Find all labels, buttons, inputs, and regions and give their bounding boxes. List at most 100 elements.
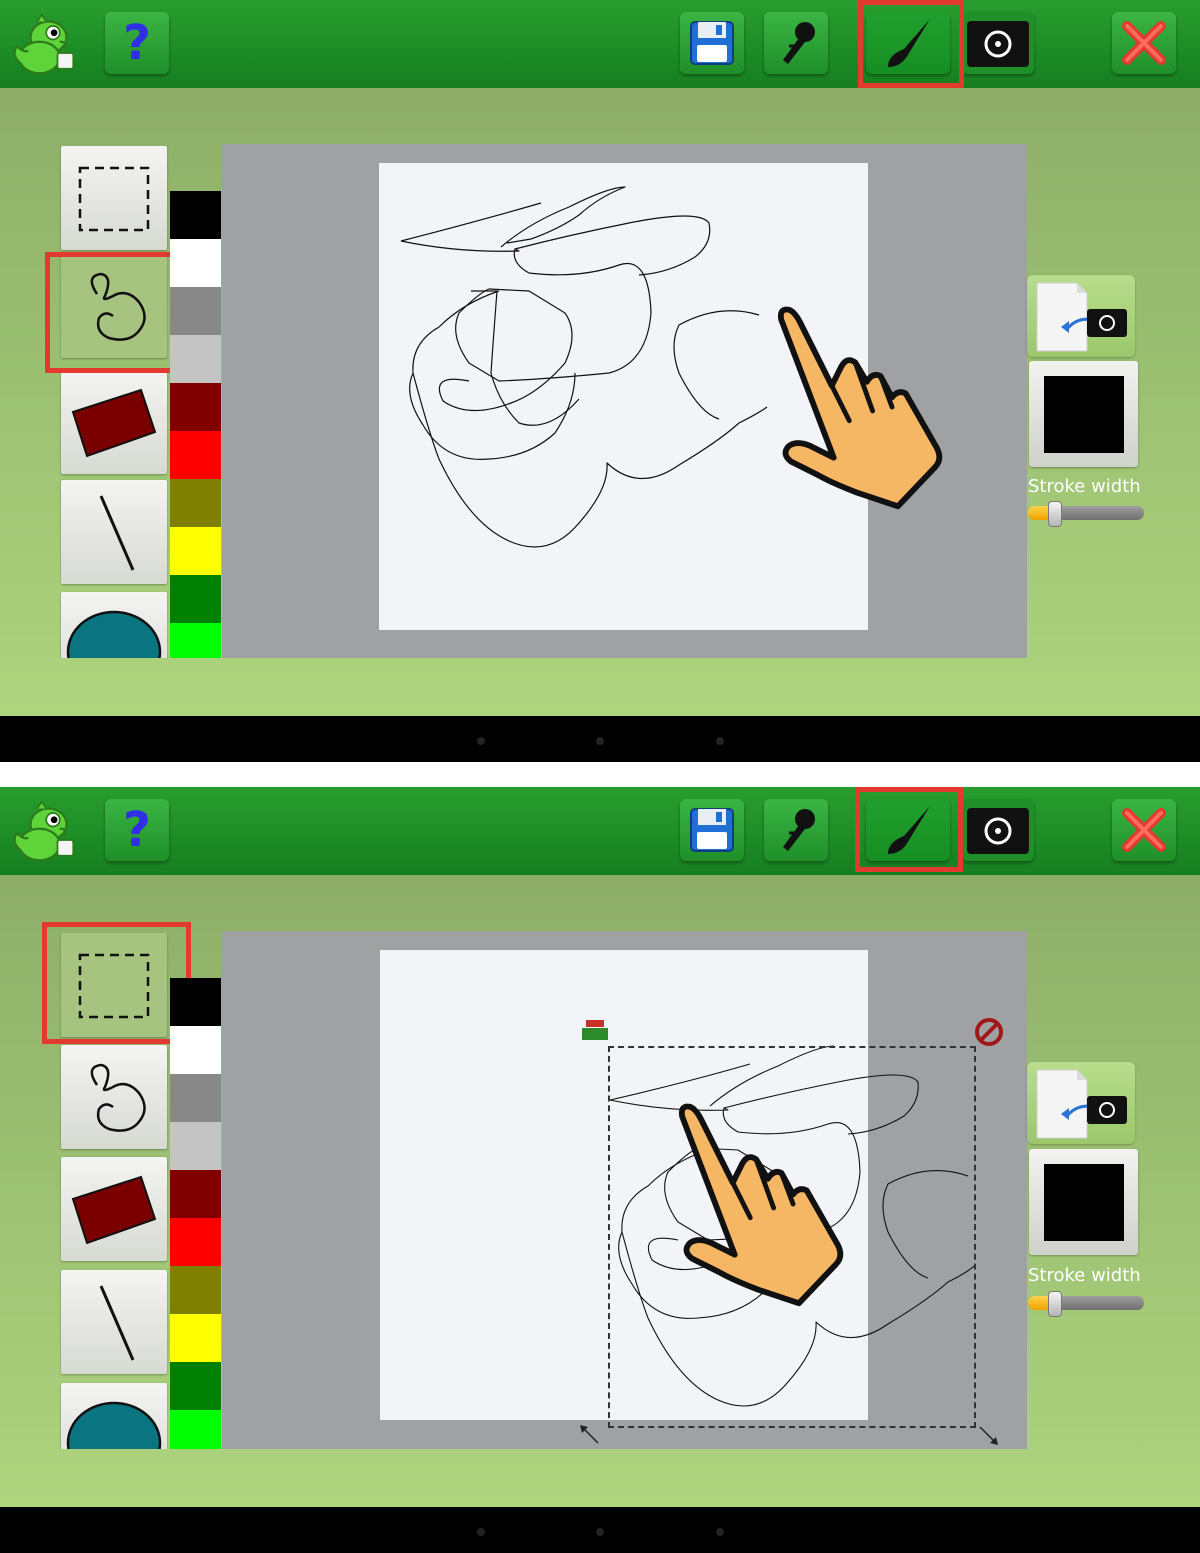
color-swatch-7[interactable] (170, 527, 221, 575)
color-swatch-1[interactable] (170, 239, 221, 287)
camera-button[interactable] (962, 799, 1034, 861)
selection-rotate-handle-icon[interactable] (578, 1423, 602, 1447)
help-label: ? (123, 802, 151, 858)
recents-nav-button[interactable] (716, 737, 724, 745)
color-swatch-4[interactable] (170, 383, 221, 431)
color-swatch-4[interactable] (170, 1170, 221, 1218)
freehand-curve-icon (90, 1063, 146, 1132)
camera-icon (965, 13, 1031, 73)
line-tool-button[interactable] (61, 480, 167, 584)
select-tool-button[interactable] (61, 146, 167, 250)
color-swatch-6[interactable] (170, 1266, 221, 1314)
color-swatch-0[interactable] (170, 978, 221, 1026)
save-icon (685, 16, 739, 70)
freehand-curve-icon (90, 272, 146, 341)
dashed-rectangle-icon (78, 953, 150, 1019)
color-swatch-9[interactable] (170, 623, 221, 658)
color-swatch-0[interactable] (170, 191, 221, 239)
stroke-width-label: Stroke width (1028, 476, 1141, 497)
import-photo-icon (1036, 282, 1127, 352)
filled-rectangle-icon (71, 388, 157, 458)
stroke-width-label: Stroke width (1028, 1265, 1141, 1286)
save-button[interactable] (680, 12, 744, 74)
rectangle-tool-button[interactable] (61, 1157, 167, 1261)
stroke-color-button[interactable] (1029, 1149, 1138, 1255)
draw-mode-button[interactable] (866, 799, 950, 861)
color-swatch-6[interactable] (170, 479, 221, 527)
color-swatch-8[interactable] (170, 575, 221, 623)
system-navigation-bar (0, 1507, 1200, 1553)
color-swatch-3[interactable] (170, 1122, 221, 1170)
close-icon (1115, 14, 1173, 72)
system-navigation-bar (0, 716, 1200, 762)
ellipse-tool-button[interactable] (61, 1383, 167, 1449)
top-toolbar: ? (0, 0, 1200, 88)
back-nav-button[interactable] (477, 737, 485, 745)
home-nav-button[interactable] (596, 737, 604, 745)
select-tool-button[interactable] (61, 933, 167, 1037)
color-palette (170, 191, 221, 658)
save-icon (685, 803, 739, 857)
selection-resize-handle-icon[interactable] (976, 1423, 1000, 1447)
import-photo-button[interactable] (1027, 1062, 1135, 1144)
save-button[interactable] (680, 799, 744, 861)
pointing-hand-icon (742, 302, 976, 516)
filled-rectangle-icon (71, 1175, 157, 1245)
close-button[interactable] (1112, 12, 1176, 74)
stroke-color-swatch (1044, 376, 1124, 453)
color-swatch-1[interactable] (170, 1026, 221, 1074)
selection-delete-icon[interactable] (974, 1017, 1004, 1047)
microphone-icon (769, 16, 823, 70)
filled-ellipse-icon (66, 610, 162, 658)
color-swatch-2[interactable] (170, 1074, 221, 1122)
filled-ellipse-icon (66, 1401, 162, 1449)
freehand-tool-button[interactable] (61, 1045, 167, 1149)
stroke-width-slider[interactable] (1028, 501, 1144, 527)
microphone-icon (769, 803, 823, 857)
slider-thumb[interactable] (1048, 1291, 1062, 1317)
help-button[interactable]: ? (105, 12, 169, 74)
line-icon (99, 1285, 135, 1361)
help-button[interactable]: ? (105, 799, 169, 861)
color-swatch-2[interactable] (170, 287, 221, 335)
home-nav-button[interactable] (596, 1528, 604, 1536)
paintbrush-icon (878, 800, 938, 860)
paintbrush-icon (878, 13, 938, 73)
help-label: ? (123, 15, 151, 71)
close-icon (1115, 801, 1173, 859)
record-audio-button[interactable] (764, 799, 828, 861)
stroke-color-button[interactable] (1029, 361, 1138, 467)
close-button[interactable] (1112, 799, 1176, 861)
color-swatch-5[interactable] (170, 431, 221, 479)
back-nav-button[interactable] (477, 1528, 485, 1536)
screen-select-tool: ? Stroke width (0, 787, 1200, 1553)
color-swatch-9[interactable] (170, 1410, 221, 1449)
camera-button[interactable] (962, 12, 1034, 74)
stroke-color-swatch (1044, 1164, 1124, 1241)
color-swatch-5[interactable] (170, 1218, 221, 1266)
ellipse-tool-button[interactable] (61, 592, 167, 658)
stroke-width-slider[interactable] (1028, 1291, 1144, 1317)
slider-thumb[interactable] (1048, 501, 1062, 527)
pointing-hand-icon (643, 1099, 877, 1313)
record-audio-button[interactable] (764, 12, 828, 74)
camera-icon (965, 800, 1031, 860)
line-tool-button[interactable] (61, 1270, 167, 1374)
dashed-rectangle-icon (78, 166, 150, 232)
top-toolbar: ? (0, 787, 1200, 875)
draw-mode-button[interactable] (866, 12, 950, 74)
color-swatch-8[interactable] (170, 1362, 221, 1410)
screen-freehand-tool: ? Stroke width (0, 0, 1200, 762)
color-palette (170, 978, 221, 1449)
import-photo-button[interactable] (1027, 275, 1135, 357)
import-photo-icon (1036, 1069, 1127, 1139)
recents-nav-button[interactable] (716, 1528, 724, 1536)
dragon-mascot-icon[interactable] (8, 795, 80, 867)
selection-copy-handle-icon[interactable] (580, 1018, 610, 1044)
line-icon (99, 495, 135, 571)
dragon-mascot-icon[interactable] (8, 8, 80, 80)
rectangle-tool-button[interactable] (61, 370, 167, 474)
freehand-tool-button[interactable] (61, 254, 167, 358)
color-swatch-3[interactable] (170, 335, 221, 383)
color-swatch-7[interactable] (170, 1314, 221, 1362)
